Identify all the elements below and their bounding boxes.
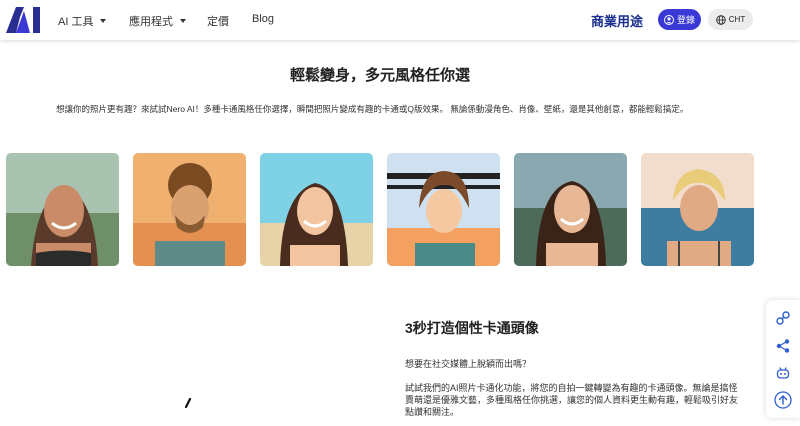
gallery-image-6[interactable] [641, 153, 754, 266]
share-icon [776, 339, 790, 353]
gallery-image-5[interactable] [514, 153, 627, 266]
globe-icon [716, 14, 726, 25]
link-icon [776, 311, 790, 325]
nav-pricing[interactable]: 定價 [207, 13, 229, 29]
nav-pricing-label: 定價 [207, 16, 229, 28]
link-button[interactable] [773, 308, 793, 328]
nav-ai-tools[interactable]: AI 工具 [58, 13, 107, 29]
nav-blog-label: Blog [252, 13, 275, 25]
feature-question: 想要在社交媒體上脫穎而出嗎？ [405, 359, 532, 369]
feature-title: 3秒打造個性卡通頭像 [405, 320, 539, 336]
chevron-down-icon [100, 19, 107, 23]
gallery-image-2[interactable] [133, 153, 246, 266]
section-description: 想讓你的照片更有趣？來試試Nero AI！多種卡通風格任你選擇，瞬間把照片變成有… [56, 104, 689, 114]
business-use-link[interactable]: 商業用途 [591, 11, 643, 30]
assistant-button[interactable] [773, 363, 793, 383]
language-label: CHT [728, 15, 746, 24]
section-title: 輕鬆變身，多元風格任你選 [289, 67, 470, 84]
gallery-image-1[interactable] [6, 153, 119, 266]
top-navbar: AI 工具 應用程式 定價 Blog 商業用途 登錄 CHT [0, 0, 800, 40]
login-label: 登錄 [676, 15, 695, 25]
feature-body: 試試我們的AI照片卡通化功能，將您的自拍一鍵轉變為有趣的卡通頭像。無論是搞怪賣萌… [405, 383, 739, 417]
bot-icon [776, 367, 790, 379]
nav-ai-tools-label: AI 工具 [58, 16, 94, 28]
nav-blog[interactable]: Blog [252, 13, 274, 25]
loading-animation-stroke [184, 398, 192, 408]
floating-sidebar [766, 300, 800, 418]
nav-apps-label: 應用程式 [129, 16, 173, 28]
nav-apps[interactable]: 應用程式 [129, 13, 186, 29]
nero-ai-logo[interactable] [6, 7, 42, 33]
gallery-image-3[interactable] [260, 153, 373, 266]
language-button[interactable]: CHT [708, 9, 753, 30]
share-button[interactable] [773, 336, 793, 356]
gallery-image-4[interactable] [387, 153, 500, 266]
arrow-up-icon [774, 391, 792, 409]
chevron-down-icon [180, 19, 186, 23]
user-icon [663, 14, 674, 25]
login-button[interactable]: 登錄 [658, 9, 701, 30]
back-to-top-button[interactable] [773, 390, 793, 410]
